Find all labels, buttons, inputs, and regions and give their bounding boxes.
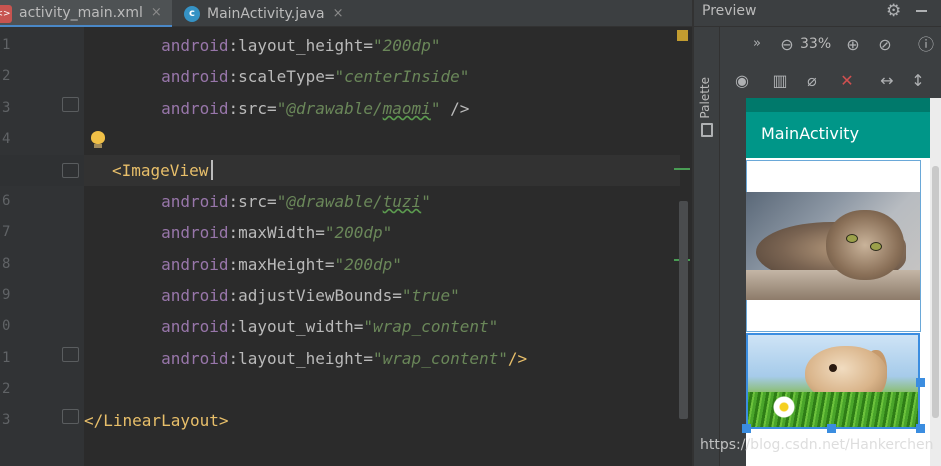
tab-activity-main-xml[interactable]: <> activity_main.xml ×	[0, 0, 172, 27]
code-line: android:layout_width="wrap_content"	[161, 317, 499, 336]
editor-scrollbar[interactable]	[679, 201, 688, 419]
status-bar	[746, 98, 941, 112]
line-number: 4	[2, 131, 11, 147]
blueprint-icon[interactable]: ▥	[769, 71, 791, 91]
tab-label: activity_main.xml	[19, 4, 143, 21]
tab-label: MainActivity.java	[207, 5, 325, 22]
horizontal-expand-icon[interactable]: ↔	[876, 71, 898, 91]
code-line: android:src="@drawable/tuzi"	[161, 192, 431, 211]
close-icon[interactable]: ×	[333, 6, 344, 21]
editor-tab-bar: <> activity_main.xml × c MainActivity.ja…	[0, 0, 692, 27]
code-line: </LinearLayout>	[84, 411, 229, 430]
fold-marker-icon[interactable]	[62, 409, 79, 424]
cat-image[interactable]	[746, 192, 920, 300]
line-number: 2	[2, 381, 11, 397]
line-number: 8	[2, 256, 11, 272]
zoom-level: 33%	[800, 36, 832, 52]
preview-title: Preview	[702, 3, 757, 19]
app-title: MainActivity	[761, 124, 860, 143]
line-number: 7	[2, 224, 11, 240]
fold-marker-icon[interactable]	[62, 97, 79, 112]
change-marker	[674, 168, 690, 170]
analysis-status-icon[interactable]	[677, 30, 688, 41]
palette-icon[interactable]	[701, 123, 713, 137]
palette-label[interactable]: Palette	[698, 77, 712, 119]
code-line: android:maxWidth="200dp"	[161, 223, 393, 242]
fold-marker-icon[interactable]	[62, 347, 79, 362]
preview-scroll-thumb[interactable]	[932, 166, 939, 418]
zoom-to-fit-icon[interactable]: ⊘	[874, 35, 896, 55]
close-icon[interactable]: ×	[151, 5, 162, 20]
code-line: android:layout_height="wrap_content"/>	[161, 349, 528, 368]
text-caret	[211, 160, 213, 180]
preview-header: Preview ⚙	[694, 0, 941, 27]
line-number: 0	[2, 318, 11, 334]
minimize-icon[interactable]	[916, 10, 927, 12]
line-number: 3	[2, 100, 11, 116]
app-bar: MainActivity	[746, 112, 941, 158]
code-line: android:layout_height="200dp"	[161, 36, 441, 55]
vertical-expand-icon[interactable]: ↕	[907, 71, 929, 91]
code-line: android:src="@drawable/maomi" />	[161, 99, 470, 118]
fold-marker-icon[interactable]	[62, 163, 79, 178]
line-number-gutter: 1 2 3 4 5 6 7 8 9 0 1 2 3	[0, 27, 84, 466]
palette-sidebar[interactable]: Palette	[694, 27, 720, 466]
clear-constraints-icon[interactable]: ✕	[836, 71, 858, 91]
line-number: 2	[2, 68, 11, 84]
xml-file-icon: <>	[0, 5, 12, 23]
resize-handle[interactable]	[916, 424, 925, 433]
code-editor[interactable]: 1 2 3 4 5 6 7 8 9 0 1 2 3 android:layout…	[0, 27, 692, 466]
java-class-icon: c	[184, 5, 200, 22]
line-number: 3	[2, 412, 11, 428]
more-actions-icon[interactable]: »	[746, 34, 768, 54]
code-line: android:maxHeight="200dp"	[161, 255, 402, 274]
preview-panel: Preview ⚙ Palette » ⊖ 33% ⊕ ⊘ ⓘ ◉ ▥ ⌀ ✕ …	[694, 0, 941, 466]
tab-main-activity-java[interactable]: c MainActivity.java ×	[174, 0, 360, 27]
warning-icon[interactable]: ⓘ	[915, 35, 937, 55]
line-number: 9	[2, 287, 11, 303]
resize-handle[interactable]	[742, 424, 751, 433]
selected-image-view-bounds[interactable]	[746, 333, 920, 429]
line-number: 6	[2, 193, 11, 209]
magnet-icon[interactable]: ⌀	[801, 71, 823, 91]
code-line: android:scaleType="centerInside"	[161, 67, 470, 86]
resize-handle[interactable]	[827, 424, 836, 433]
device-preview[interactable]: MainActivity	[742, 98, 941, 466]
zoom-out-icon[interactable]: ⊖	[776, 35, 798, 55]
eye-icon[interactable]: ◉	[731, 71, 753, 91]
code-line: <ImageView	[112, 161, 209, 180]
line-number: 1	[2, 37, 11, 53]
line-number: 1	[2, 350, 11, 366]
watermark-text: https://blog.csdn.net/Hankerchen	[700, 437, 934, 453]
resize-handle[interactable]	[916, 378, 925, 387]
code-line: android:adjustViewBounds="true"	[161, 286, 460, 305]
lightbulb-icon[interactable]	[91, 131, 105, 148]
gear-icon[interactable]: ⚙	[886, 1, 901, 21]
zoom-in-icon[interactable]: ⊕	[842, 35, 864, 55]
